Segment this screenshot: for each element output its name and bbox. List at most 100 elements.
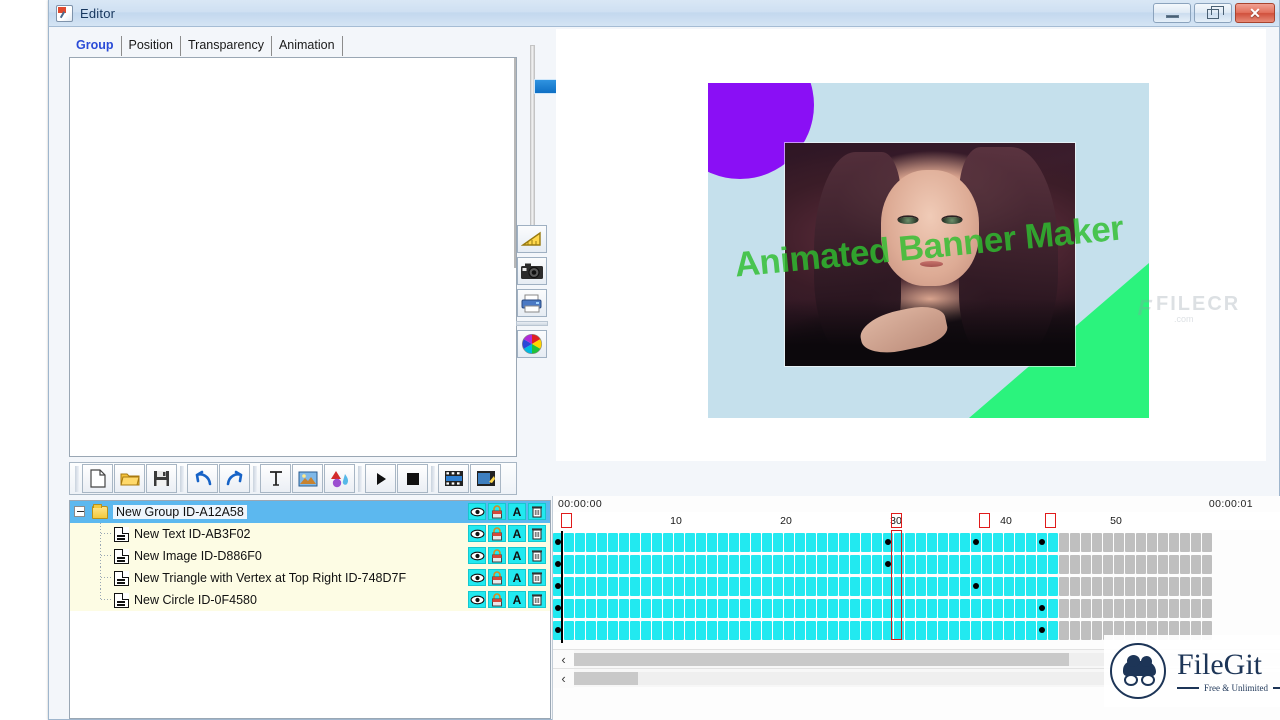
timeline-frame-cell[interactable] [619,621,629,640]
timeline-frame-cell[interactable] [795,621,805,640]
timeline-frame-cell[interactable] [1180,555,1190,574]
timeline-frame-cell[interactable] [795,555,805,574]
timeline-frame-cell[interactable] [652,533,662,552]
timeline-frame-cell[interactable] [839,533,849,552]
timeline-frame-cell[interactable] [674,533,684,552]
timeline-frame-cell[interactable] [905,577,915,596]
layer-row-group[interactable]: New Group ID-A12A58 A [70,501,550,523]
film-icon[interactable] [438,464,469,493]
timeline-frame-cell[interactable] [1125,555,1135,574]
timeline-frame-cell[interactable] [674,621,684,640]
timeline-frame-cell[interactable] [608,555,618,574]
timeline-frame-cell[interactable] [828,555,838,574]
timeline-frame-cell[interactable] [597,533,607,552]
timeline-frame-cell[interactable] [949,555,959,574]
timeline-frame-cell[interactable] [1202,555,1212,574]
timeline-frame-cell[interactable] [751,621,761,640]
timeline-frame-cell[interactable] [971,621,981,640]
timeline-frame-cell[interactable] [1081,577,1091,596]
timeline-frame-cell[interactable] [927,599,937,618]
timeline-frame-cell[interactable] [1092,599,1102,618]
timeline-frame-cell[interactable] [575,577,585,596]
timeline-frame-cell[interactable] [696,621,706,640]
timeline-frame-cell[interactable] [729,599,739,618]
timeline-frame-cell[interactable] [1048,599,1058,618]
scrollbar-thumb[interactable] [574,672,638,685]
timeline-frame-cell[interactable] [641,577,651,596]
timeline-frame-cell[interactable] [1136,577,1146,596]
delete-trash-icon[interactable] [528,591,546,608]
delete-trash-icon[interactable] [528,503,546,520]
timeline-frame-cell[interactable] [652,555,662,574]
timeline-frame-cell[interactable] [993,577,1003,596]
timeline-frame-cell[interactable] [597,577,607,596]
timeline-frame-cell[interactable] [982,533,992,552]
timeline-frame-cell[interactable] [1004,577,1014,596]
timeline-frame-cell[interactable] [982,555,992,574]
timeline-frame-cell[interactable] [1114,555,1124,574]
timeline-frame-cell[interactable] [806,555,816,574]
timeline-frame-cell[interactable] [729,577,739,596]
timeline-frame-cell[interactable] [1147,555,1157,574]
timeline-track-row[interactable] [553,597,1280,619]
timeline-frame-cell[interactable] [872,577,882,596]
timeline-frame-cell[interactable] [575,555,585,574]
scroll-left-icon[interactable]: ‹ [553,669,574,688]
timeline-frame-cell[interactable] [817,599,827,618]
timeline-track-grid[interactable] [553,531,1280,643]
timeline-frame-cell[interactable] [619,533,629,552]
timeline-column-marker[interactable] [891,530,902,640]
lock-icon[interactable] [488,591,506,608]
timeline-frame-cell[interactable] [696,533,706,552]
timeline-frame-cell[interactable] [641,555,651,574]
timeline-frame-cell[interactable] [1158,533,1168,552]
timeline-frame-cell[interactable] [839,599,849,618]
timeline-frame-cell[interactable] [619,577,629,596]
timeline-frame-cell[interactable] [685,555,695,574]
stop-icon[interactable] [397,464,428,493]
font-icon[interactable]: A [508,591,526,608]
layer-row-circle[interactable]: New Circle ID-0F4580 A [70,589,550,611]
timeline-frame-cell[interactable] [641,533,651,552]
timeline-frame-cell[interactable] [1158,555,1168,574]
timeline-frame-cell[interactable] [817,555,827,574]
timeline-frame-cell[interactable] [1103,577,1113,596]
timeline-frame-cell[interactable] [663,621,673,640]
timeline-frame-cell[interactable] [1169,533,1179,552]
timeline-frame-cell[interactable] [740,599,750,618]
timeline-frame-cell[interactable] [1026,599,1036,618]
timeline-frame-cell[interactable] [784,621,794,640]
timeline-frame-cell[interactable] [674,577,684,596]
timeline-track-row[interactable] [553,553,1280,575]
timeline-frame-cell[interactable] [828,621,838,640]
visibility-eye-icon[interactable] [468,547,486,564]
timeline-frame-cell[interactable] [729,621,739,640]
timeline-frame-cell[interactable] [1158,577,1168,596]
timeline-frame-cell[interactable] [938,577,948,596]
timeline-frame-cell[interactable] [861,577,871,596]
timeline-frame-cell[interactable] [1114,533,1124,552]
timeline-frame-cell[interactable] [916,555,926,574]
timeline-frame-cell[interactable] [564,555,574,574]
timeline-frame-cell[interactable] [1191,533,1201,552]
timeline-frame-cell[interactable] [762,599,772,618]
timeline-frame-cell[interactable] [1081,555,1091,574]
timeline-frame-cell[interactable] [1202,533,1212,552]
timeline-frame-cell[interactable] [850,599,860,618]
timeline-frame-cell[interactable] [784,533,794,552]
timeline-frame-cell[interactable] [938,599,948,618]
timeline-frame-cell[interactable] [740,621,750,640]
timeline-frame-cell[interactable] [674,599,684,618]
timeline-frame-cell[interactable] [630,599,640,618]
timeline-frame-cell[interactable] [1070,621,1080,640]
timeline-frame-cell[interactable] [685,577,695,596]
timeline-frame-cell[interactable] [1092,577,1102,596]
timeline-frame-cell[interactable] [1114,599,1124,618]
timeline-frame-cell[interactable] [850,533,860,552]
timeline-frame-cell[interactable] [608,599,618,618]
visibility-eye-icon[interactable] [468,525,486,542]
timeline-frame-cell[interactable] [1048,621,1058,640]
delete-trash-icon[interactable] [528,569,546,586]
timeline-frame-cell[interactable] [718,555,728,574]
timeline-frame-cell[interactable] [1026,577,1036,596]
